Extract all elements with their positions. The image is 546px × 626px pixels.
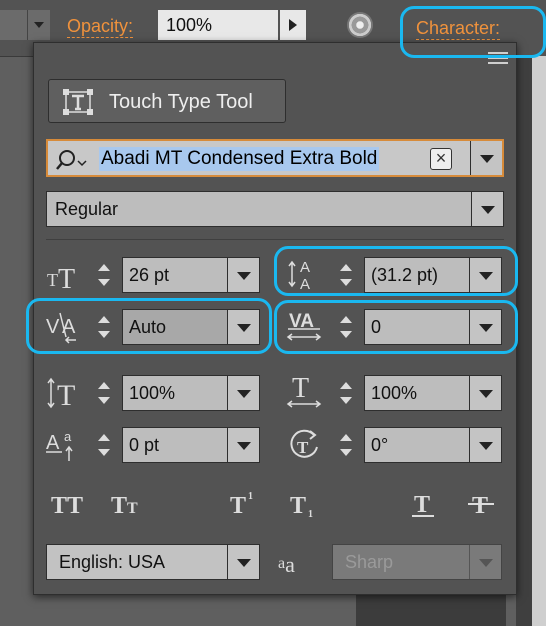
baseline-shift-value: 0 pt [129,435,160,455]
svg-text:a: a [64,429,72,444]
clear-icon[interactable]: × [430,148,452,170]
anti-aliasing-value: Sharp [345,552,394,572]
rotation-field[interactable]: 0° [364,427,502,463]
document-area [356,592,506,626]
superscript-icon[interactable]: T 1 [228,489,266,519]
rotation-value: 0° [371,435,389,455]
svg-text:A: A [46,432,60,454]
baseline-shift-field[interactable]: 0 pt [122,427,260,463]
font-style-value: Regular [55,199,119,219]
chevron-down-icon[interactable] [470,141,502,175]
chevron-down-icon[interactable] [227,376,259,410]
all-caps-icon[interactable]: TT [50,489,88,519]
opacity-label[interactable]: Opacity: [67,15,134,38]
touch-type-tool-button[interactable]: Touch Type Tool [48,79,286,123]
svg-text:T: T [47,270,58,290]
strikethrough-icon[interactable]: T [464,489,502,519]
highlight-kerning [26,298,272,354]
horizontal-scale-icon: T [286,373,322,408]
aa-glyph-large: a [285,552,295,577]
svg-text:T: T [472,493,488,519]
horizontal-scale-field[interactable]: 100% [364,375,502,411]
vertical-scale-value: 100% [129,383,176,403]
svg-text:T: T [127,500,138,517]
highlight-leading [274,246,518,296]
baseline-shift-icon: A a [46,429,73,461]
svg-text:T: T [111,493,127,519]
opacity-input[interactable]: 100% [158,10,278,40]
font-family-value[interactable]: Abadi MT Condensed Extra Bold [99,147,380,171]
highlight-character-link [400,6,546,58]
svg-text:T: T [292,373,309,404]
svg-text:T: T [57,379,75,411]
opacity-slider-button[interactable] [280,10,306,40]
style-dropdown[interactable] [0,10,50,40]
underline-icon[interactable]: T [406,489,444,519]
vertical-scale-icon: T [47,377,75,411]
chevron-down-icon[interactable] [227,428,259,462]
rotation-stepper[interactable] [336,427,356,463]
subscript-icon[interactable]: T 1 [288,489,326,519]
recolor-artwork-icon[interactable] [347,12,373,38]
language-value: English: USA [59,552,166,572]
chevron-down-icon[interactable] [471,192,503,226]
font-family-field[interactable]: Abadi MT Condensed Extra Bold × [46,139,504,177]
touch-type-label: Touch Type Tool [109,91,253,113]
vertical-scale-field[interactable]: 100% [122,375,260,411]
vertical-scale-stepper[interactable] [94,375,114,411]
font-size-value: 26 pt [129,265,170,285]
font-size-field[interactable]: 26 pt [122,257,260,293]
chevron-down-icon[interactable] [227,258,259,292]
svg-text:T: T [414,492,430,518]
chevron-down-icon[interactable] [469,428,501,462]
svg-text:1: 1 [248,491,253,502]
chevron-down-icon [469,545,501,579]
font-size-icon: T T [47,264,75,294]
horizontal-scale-stepper[interactable] [336,375,356,411]
chevron-down-icon[interactable] [227,545,259,579]
divider [46,239,504,240]
svg-text:T: T [290,493,306,519]
chevron-down-icon[interactable] [469,376,501,410]
baseline-shift-stepper[interactable] [94,427,114,463]
scrollbar[interactable] [532,56,546,626]
anti-aliasing-icon: aa [278,552,295,578]
horizontal-scale-value: 100% [371,383,418,403]
chevron-down-icon[interactable] [27,10,50,40]
font-size-stepper[interactable] [94,257,114,293]
anti-aliasing-dropdown: Sharp [332,544,502,580]
font-style-field[interactable]: Regular [46,191,504,227]
language-dropdown[interactable]: English: USA [46,544,260,580]
touch-type-icon [63,89,93,115]
svg-text:1: 1 [308,509,313,519]
svg-text:T: T [58,264,75,294]
svg-text:TT: TT [51,493,83,519]
character-rotation-icon: T [290,429,318,458]
svg-text:T: T [297,438,309,457]
search-icon[interactable] [56,148,90,172]
svg-text:T: T [230,493,246,519]
highlight-tracking [274,300,518,354]
small-caps-icon[interactable]: T T [110,489,148,519]
